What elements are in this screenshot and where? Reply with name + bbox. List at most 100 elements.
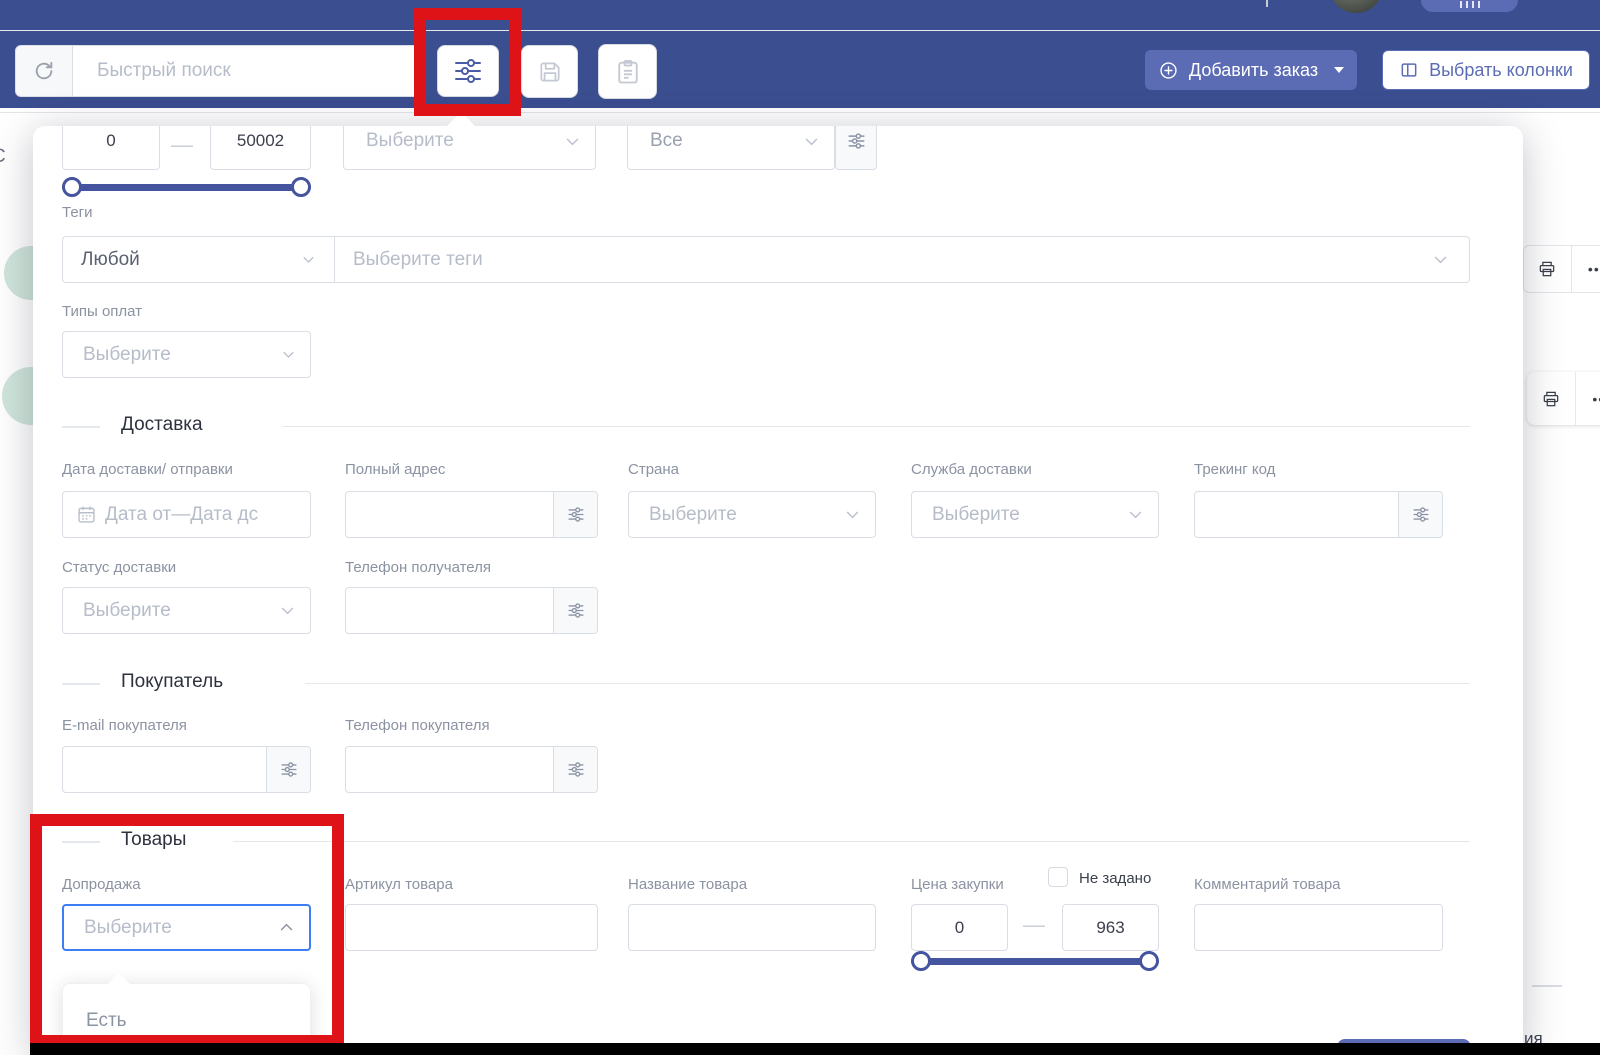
buyer-phone-input[interactable] bbox=[362, 758, 553, 781]
product-comment-input[interactable] bbox=[1211, 916, 1442, 939]
caret-down-icon[interactable] bbox=[1334, 67, 1345, 73]
annotation-box-products bbox=[30, 814, 344, 1047]
buyer-phone-settings-button[interactable] bbox=[553, 747, 597, 792]
search-input[interactable] bbox=[97, 60, 419, 82]
section-line bbox=[233, 841, 1470, 842]
calendar-icon bbox=[76, 504, 97, 525]
product-name-label: Название товара bbox=[628, 876, 748, 893]
sum-from-field[interactable] bbox=[62, 126, 160, 170]
choose-columns-label: Выбрать колонки bbox=[1429, 59, 1573, 80]
slider-handle-right[interactable] bbox=[291, 177, 311, 197]
buyer-email-label: E-mail покупателя bbox=[62, 717, 187, 734]
section-line bbox=[305, 683, 1470, 684]
not-set-checkbox[interactable] bbox=[1048, 867, 1068, 887]
address-input[interactable] bbox=[362, 503, 553, 526]
delivery-status-label: Статус доставки bbox=[62, 559, 177, 576]
tracking-field[interactable] bbox=[1194, 491, 1443, 538]
slider-handle-left[interactable] bbox=[62, 177, 82, 197]
chevron-down-icon bbox=[1432, 251, 1449, 268]
sum-range-slider[interactable] bbox=[62, 174, 311, 202]
buyer-email-settings-button[interactable] bbox=[266, 747, 310, 792]
buyer-email-input[interactable] bbox=[79, 758, 266, 781]
delivery-service-label: Служба доставки bbox=[911, 461, 1032, 478]
product-name-field[interactable] bbox=[628, 904, 876, 951]
row-actions: ••• bbox=[1527, 372, 1600, 425]
refresh-icon bbox=[33, 60, 55, 82]
tracking-input[interactable] bbox=[1211, 503, 1398, 526]
delivery-service-select[interactable]: Выберите bbox=[911, 491, 1159, 538]
tags-mode-select[interactable]: Любой bbox=[63, 237, 335, 282]
sum-from-input[interactable] bbox=[63, 131, 159, 151]
annotation-box-filter-button bbox=[414, 8, 521, 116]
sku-label: Артикул товара bbox=[345, 876, 453, 893]
slider-handle-left[interactable] bbox=[911, 951, 931, 971]
country-label: Страна bbox=[628, 461, 680, 478]
product-comment-field[interactable] bbox=[1194, 904, 1443, 951]
add-order-label: Добавить заказ bbox=[1188, 59, 1319, 80]
tags-input[interactable]: Выберите теги bbox=[335, 237, 1469, 282]
tags-row: Любой Выберите теги bbox=[62, 236, 1470, 283]
product-name-input[interactable] bbox=[645, 916, 875, 939]
range-dash: — bbox=[1023, 912, 1045, 937]
address-settings-button[interactable] bbox=[553, 492, 597, 537]
section-line bbox=[283, 426, 1470, 427]
address-label: Полный адрес bbox=[345, 461, 446, 478]
sum-to-input[interactable] bbox=[211, 131, 310, 151]
row-actions: ••• bbox=[1523, 245, 1600, 293]
recipient-phone-field[interactable] bbox=[345, 587, 598, 634]
more-actions-button[interactable]: ••• bbox=[1570, 245, 1600, 293]
buyer-section-title: Покупатель bbox=[121, 671, 224, 692]
delivery-date-field[interactable]: Дата от—Дата дс bbox=[62, 491, 311, 538]
sku-field[interactable] bbox=[345, 904, 598, 951]
sku-input[interactable] bbox=[362, 916, 597, 939]
status-select[interactable]: Выберите bbox=[343, 126, 596, 170]
chevron-down-icon bbox=[1127, 506, 1144, 523]
buyer-email-field[interactable] bbox=[62, 746, 311, 793]
printer-icon bbox=[1537, 259, 1557, 279]
columns-icon bbox=[1399, 60, 1419, 80]
sum-to-field[interactable] bbox=[210, 126, 311, 170]
slider-handle-right[interactable] bbox=[1139, 951, 1159, 971]
tracking-settings-button[interactable] bbox=[1398, 492, 1442, 537]
address-field[interactable] bbox=[345, 491, 598, 538]
country-select[interactable]: Выберите bbox=[628, 491, 876, 538]
print-button[interactable] bbox=[1527, 372, 1576, 425]
slider-track[interactable] bbox=[911, 958, 1159, 965]
screen: С ••• ••• ия Добавить заказ bbox=[0, 0, 1600, 1055]
bottom-black-bar bbox=[30, 1043, 1600, 1055]
divider-dash bbox=[1532, 985, 1562, 987]
all-select[interactable]: Все bbox=[627, 126, 835, 170]
range-dash: — bbox=[171, 132, 193, 157]
product-comment-label: Комментарий товара bbox=[1194, 876, 1341, 893]
saved-filters-button[interactable] bbox=[598, 44, 657, 99]
chevron-down-icon bbox=[564, 133, 581, 150]
price-to-field[interactable] bbox=[1062, 904, 1159, 951]
add-order-button[interactable]: Добавить заказ bbox=[1145, 50, 1357, 90]
buyer-phone-label: Телефон покупателя bbox=[345, 717, 490, 734]
topbar-button[interactable] bbox=[1421, 0, 1518, 12]
slider-track[interactable] bbox=[62, 184, 311, 191]
plus-circle-icon bbox=[1158, 60, 1179, 81]
price-to-input[interactable] bbox=[1063, 917, 1158, 938]
all-select-settings-button[interactable] bbox=[835, 126, 877, 170]
recipient-phone-settings-button[interactable] bbox=[553, 588, 597, 633]
quick-search-field[interactable] bbox=[72, 45, 420, 97]
section-dash bbox=[62, 683, 100, 685]
choose-columns-button[interactable]: Выбрать колонки bbox=[1382, 50, 1590, 90]
buyer-phone-field[interactable] bbox=[345, 746, 598, 793]
delivery-status-select[interactable]: Выберите bbox=[62, 587, 311, 634]
refresh-button[interactable] bbox=[15, 45, 73, 97]
price-from-field[interactable] bbox=[911, 904, 1008, 951]
not-set-label: Не задано bbox=[1079, 870, 1152, 887]
floppy-save-icon bbox=[537, 59, 563, 85]
mini-sliders-icon bbox=[847, 133, 865, 149]
more-actions-button[interactable]: ••• bbox=[1576, 372, 1600, 425]
tracking-label: Трекинг код bbox=[1194, 461, 1276, 478]
notification-icon[interactable] bbox=[1266, 0, 1268, 7]
price-range-slider[interactable] bbox=[911, 948, 1159, 976]
recipient-phone-input[interactable] bbox=[362, 599, 553, 622]
payment-types-select[interactable]: Выберите bbox=[62, 331, 311, 378]
save-filter-button[interactable] bbox=[521, 45, 578, 98]
price-from-input[interactable] bbox=[912, 917, 1007, 938]
print-button[interactable] bbox=[1523, 245, 1571, 293]
